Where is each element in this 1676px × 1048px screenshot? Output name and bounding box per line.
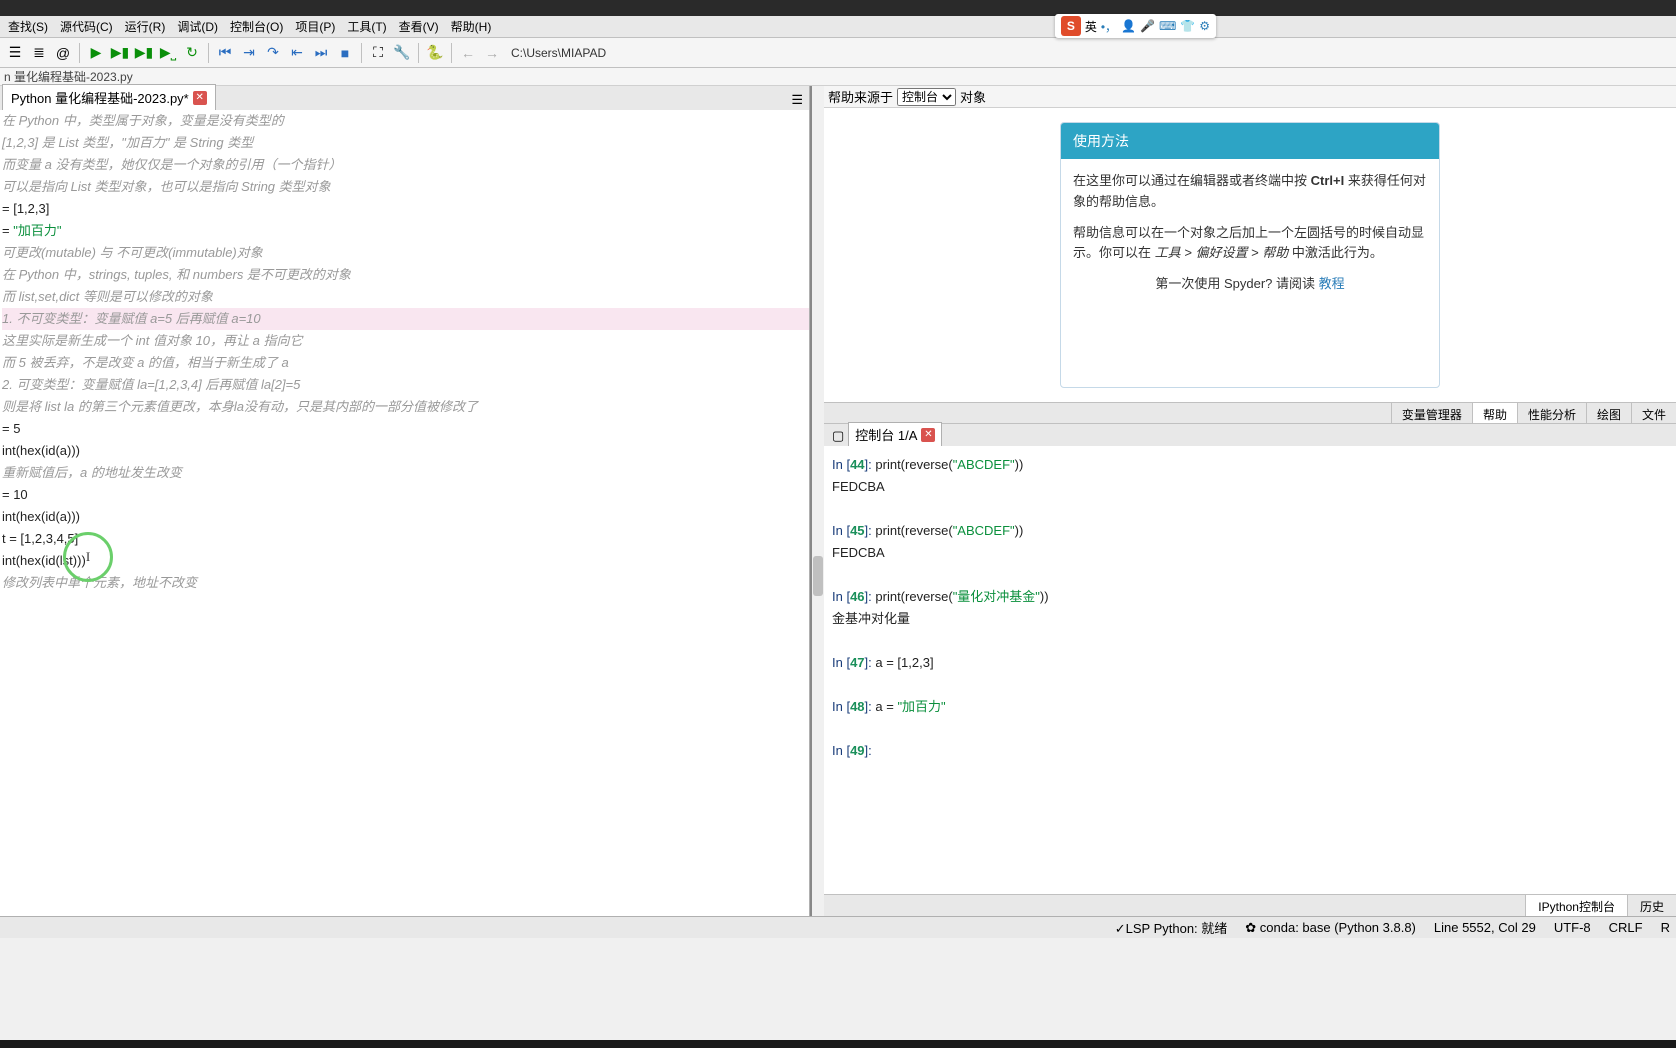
breadcrumb: n 量化编程基础-2023.py (0, 68, 1676, 86)
ime-lang[interactable]: 英 (1085, 18, 1097, 35)
debug-over-icon[interactable]: ↷ (262, 42, 284, 64)
help-text-2: 帮助信息可以在一个对象之后加上一个左圆括号的时候自动显示。你可以在 工具 > 偏… (1073, 223, 1427, 265)
console-tab[interactable]: 控制台 1/A ✕ (848, 422, 942, 446)
debug-into-icon[interactable]: ⇥ (238, 42, 260, 64)
settings-icon[interactable]: 🔧 (391, 42, 413, 64)
status-rw: R (1661, 920, 1670, 935)
menu-find[interactable]: 查找(S) (2, 16, 54, 37)
status-bar: ✓LSP Python: 就绪 ✿ conda: base (Python 3.… (0, 916, 1676, 938)
cursor-highlight: I (63, 532, 113, 582)
ipython-console[interactable]: In [44]: print(reverse("ABCDEF"))FEDCBA … (824, 446, 1676, 894)
ime-tool-icon[interactable]: ⚙ (1199, 19, 1210, 33)
debug-stop-icon[interactable]: ■ (334, 42, 356, 64)
tab-history[interactable]: 历史 (1627, 895, 1676, 916)
right-pane: 帮助来源于 控制台 对象 使用方法 在这里你可以通过在编辑器或者终端中按 Ctr… (824, 86, 1676, 916)
toolbar: ☰ ≣ @ ▶ ▶▮ ▶▮ ▶⎵ ↻ ⏮ ⇥ ↷ ⇤ ⏭ ■ ⛶ 🔧 🐍 ← →… (0, 38, 1676, 68)
status-eol: CRLF (1609, 920, 1643, 935)
tab-label: Python 量化编程基础-2023.py* (11, 88, 189, 107)
ime-icon[interactable]: •， (1101, 18, 1117, 35)
help-card-title: 使用方法 (1061, 123, 1439, 159)
tab-plot[interactable]: 绘图 (1586, 403, 1631, 423)
ime-person-icon[interactable]: 👤 (1121, 19, 1136, 33)
status-conda: ✿ conda: base (Python 3.8.8) (1245, 920, 1416, 936)
console-bottom-tabs: IPython控制台 历史 (824, 894, 1676, 916)
help-body: 使用方法 在这里你可以通过在编辑器或者终端中按 Ctrl+I 来获得任何对象的帮… (824, 108, 1676, 402)
title-bar (0, 0, 1676, 16)
code-editor[interactable]: I 在 Python 中，类型属于对象，变量是没有类型的[1,2,3] 是 Li… (0, 110, 809, 916)
toolbar-at-icon[interactable]: @ (52, 42, 74, 64)
menu-bar: 查找(S) 源代码(C) 运行(R) 调试(D) 控制台(O) 项目(P) 工具… (0, 16, 1676, 38)
console-tab-label: 控制台 1/A (855, 425, 917, 444)
help-source-label: 帮助来源于 (828, 87, 893, 106)
tab-ipython[interactable]: IPython控制台 (1525, 895, 1627, 916)
tab-files[interactable]: 文件 (1631, 403, 1676, 423)
working-dir-path: C:\Users\MIAPAD (511, 46, 606, 60)
tab-help[interactable]: 帮助 (1472, 403, 1517, 423)
back-icon[interactable]: ← (457, 42, 479, 64)
tab-options-icon[interactable]: ☰ (785, 90, 809, 110)
editor-scrollbar[interactable] (812, 86, 824, 916)
editor-pane: Python 量化编程基础-2023.py* ✕ ☰ I 在 Python 中，… (0, 86, 810, 916)
debug-continue-icon[interactable]: ⏭ (310, 42, 332, 64)
ime-keyboard-icon[interactable]: ⌨ (1159, 19, 1176, 33)
run-cell-icon[interactable]: ▶▮ (109, 42, 131, 64)
status-encoding: UTF-8 (1554, 920, 1591, 935)
menu-tools[interactable]: 工具(T) (341, 16, 392, 37)
toolbar-file-icon[interactable]: ☰ (4, 42, 26, 64)
help-tutorial-link[interactable]: 第一次使用 Spyder? 请阅读 教程 (1073, 274, 1427, 295)
status-line-col: Line 5552, Col 29 (1434, 920, 1536, 935)
python-icon[interactable]: 🐍 (424, 42, 446, 64)
menu-project[interactable]: 项目(P) (289, 16, 341, 37)
help-card: 使用方法 在这里你可以通过在编辑器或者终端中按 Ctrl+I 来获得任何对象的帮… (1060, 122, 1440, 388)
menu-view[interactable]: 查看(V) (393, 16, 445, 37)
debug-step-icon[interactable]: ⏮ (214, 42, 236, 64)
maximize-icon[interactable]: ⛶ (367, 42, 389, 64)
tab-profiler[interactable]: 性能分析 (1517, 403, 1586, 423)
menu-run[interactable]: 运行(R) (119, 16, 172, 37)
editor-tab[interactable]: Python 量化编程基础-2023.py* ✕ (2, 84, 216, 110)
run-icon[interactable]: ▶ (85, 42, 107, 64)
menu-source[interactable]: 源代码(C) (54, 16, 119, 37)
console-toggle-icon[interactable]: ▢ (828, 426, 848, 446)
menu-console[interactable]: 控制台(O) (224, 16, 289, 37)
run-cell-advance-icon[interactable]: ▶▮ (133, 42, 155, 64)
ime-skin-icon[interactable]: 👕 (1180, 19, 1195, 33)
scroll-thumb[interactable] (813, 556, 823, 596)
tab-variables[interactable]: 变量管理器 (1391, 403, 1472, 423)
help-tabs: 变量管理器 帮助 性能分析 绘图 文件 (824, 402, 1676, 424)
close-icon[interactable]: ✕ (921, 428, 935, 442)
menu-help[interactable]: 帮助(H) (445, 16, 498, 37)
ime-toolbar[interactable]: S 英 •， 👤 🎤 ⌨ 👕 ⚙ (1055, 14, 1216, 38)
forward-icon[interactable]: → (481, 42, 503, 64)
taskbar[interactable] (0, 1040, 1676, 1048)
status-lsp: ✓LSP Python: 就绪 (1115, 918, 1228, 937)
editor-tabbar: Python 量化编程基础-2023.py* ✕ ☰ (0, 86, 809, 110)
console-tabbar: ▢ 控制台 1/A ✕ (824, 424, 1676, 446)
close-icon[interactable]: ✕ (193, 91, 207, 105)
help-text-1: 在这里你可以通过在编辑器或者终端中按 Ctrl+I 来获得任何对象的帮助信息。 (1073, 171, 1427, 213)
debug-out-icon[interactable]: ⇤ (286, 42, 308, 64)
help-header: 帮助来源于 控制台 对象 (824, 86, 1676, 108)
run-selection-icon[interactable]: ▶⎵ (157, 42, 179, 64)
ime-logo-icon: S (1061, 16, 1081, 36)
toolbar-outline-icon[interactable]: ≣ (28, 42, 50, 64)
help-object-label: 对象 (960, 87, 986, 106)
menu-debug[interactable]: 调试(D) (171, 16, 224, 37)
help-source-select[interactable]: 控制台 (897, 88, 956, 106)
ime-mic-icon[interactable]: 🎤 (1140, 19, 1155, 33)
rerun-icon[interactable]: ↻ (181, 42, 203, 64)
